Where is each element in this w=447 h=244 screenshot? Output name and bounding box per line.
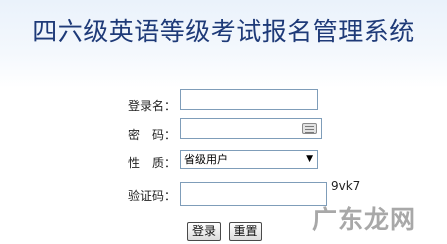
password-label: 密 码： bbox=[127, 128, 176, 142]
username-input[interactable] bbox=[180, 89, 318, 110]
role-label: 性 质： bbox=[127, 156, 176, 170]
captcha-image-text[interactable]: 9vk7 bbox=[331, 179, 360, 193]
captcha-label: 验证码： bbox=[127, 189, 176, 203]
login-button[interactable]: 登录 bbox=[187, 222, 221, 241]
dropdown-arrow-icon: ▼ bbox=[306, 154, 313, 164]
role-select-value: 省级用户 bbox=[184, 153, 228, 166]
password-input[interactable] bbox=[180, 118, 322, 139]
watermark-logo: 广东龙网 bbox=[312, 205, 417, 234]
username-label: 登录名： bbox=[127, 99, 176, 113]
role-select[interactable]: 省级用户 ▼ bbox=[180, 150, 318, 169]
keyboard-icon[interactable] bbox=[302, 123, 317, 134]
reset-button[interactable]: 重置 bbox=[229, 222, 262, 241]
captcha-input[interactable] bbox=[180, 182, 327, 206]
page-title: 四六级英语等级考试报名管理系统 bbox=[32, 17, 415, 46]
